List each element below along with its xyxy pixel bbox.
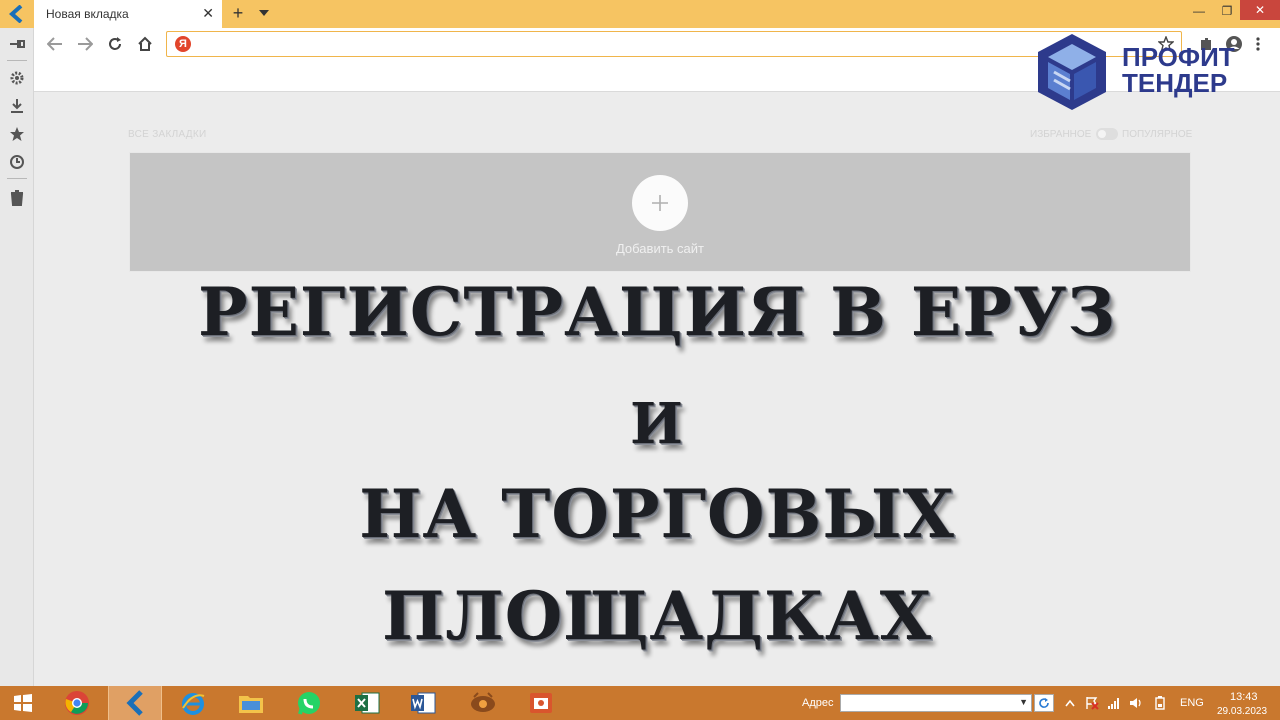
title-bar: Новая вкладка ✕ + — ❐ ✕ [0,0,1280,28]
tab-new-tab[interactable]: Новая вкладка ✕ [34,0,222,28]
add-site-label: Добавить сайт [615,241,704,256]
overlay-title-line-3: НА ТОРГОВЫХ [359,475,955,553]
restore-button[interactable]: ❐ [1214,0,1240,22]
browser-icon[interactable] [108,686,162,720]
word-icon[interactable] [396,686,450,720]
downloads-icon[interactable] [7,96,27,116]
network-signal-icon[interactable] [1106,695,1122,711]
excel-icon[interactable] [340,686,394,720]
taskbar-refresh-icon[interactable] [1034,694,1054,712]
overlay-title-line-2: И [630,391,684,457]
forward-arrow-icon[interactable] [74,34,96,54]
file-explorer-icon[interactable] [224,686,278,720]
tab-list-chevron-icon[interactable] [256,5,272,21]
tab-close-icon[interactable]: ✕ [202,6,214,20]
brand-name: ПРОФИТ ТЕНДЕР [1122,44,1235,96]
clock-time[interactable]: 13:43 [1230,691,1258,703]
close-window-button[interactable]: ✕ [1240,0,1280,20]
popular-label[interactable]: ПОПУЛЯРНОЕ [1122,129,1192,140]
browser-sidebar [0,28,34,686]
internet-explorer-icon[interactable] [166,686,220,720]
input-language-indicator[interactable]: ENG [1180,697,1204,709]
favorites-popular-toggle[interactable] [1096,128,1118,140]
brand-cube-icon [1038,34,1106,110]
address-bar[interactable]: Я [166,31,1182,57]
pin-panel-icon[interactable] [7,34,27,54]
history-clock-icon[interactable] [7,152,27,172]
overlay-title-line-4: ПЛОЩАДКАХ [382,577,932,655]
media-player-icon[interactable] [456,686,510,720]
new-tab-button[interactable]: + [228,4,248,22]
tab-title: Новая вкладка [46,7,129,21]
home-icon[interactable] [134,34,156,54]
brand-logo: ПРОФИТ ТЕНДЕР [1036,32,1272,112]
taskbar-address-label: Адрес [802,697,834,709]
sidebar-divider [7,178,27,179]
photo-app-icon[interactable] [514,686,568,720]
add-plus-icon[interactable] [632,175,688,231]
favorites-label[interactable]: ИЗБРАННОЕ [1030,129,1091,140]
clock-date[interactable]: 29.03.2023 [1217,706,1267,717]
whatsapp-icon[interactable] [282,686,336,720]
bookmarks-star-icon[interactable] [7,124,27,144]
windows-taskbar: Адрес ▼ ENG 13:43 29.03.2023 [0,686,1280,720]
battery-icon[interactable] [1152,695,1168,711]
new-tab-page: ВСЕ ЗАКЛАДКИ ИЗБРАННОЕ ПОПУЛЯРНОЕ Добави… [34,93,1280,686]
overlay-title-line-1: РЕГИСТРАЦИЯ В ЕРУЗ [197,273,1117,351]
add-site-tile[interactable]: Добавить сайт [129,152,1191,272]
trash-icon[interactable] [7,188,27,208]
taskbar-address-input[interactable]: ▼ [840,694,1032,712]
tray-expand-chevron-icon[interactable] [1062,695,1078,711]
minimize-button[interactable]: — [1186,0,1212,22]
yandex-icon: Я [175,36,191,52]
windows-start-icon[interactable] [0,686,46,720]
settings-gear-icon[interactable] [7,68,27,88]
brand-line-2: ТЕНДЕР [1122,68,1228,98]
chrome-icon[interactable] [50,686,104,720]
browser-logo-icon[interactable] [0,0,34,28]
volume-speaker-icon[interactable] [1128,695,1144,711]
all-bookmarks-link[interactable]: ВСЕ ЗАКЛАДКИ [128,129,207,140]
sidebar-divider [7,60,27,61]
action-center-flag-icon[interactable] [1084,695,1100,711]
back-arrow-icon[interactable] [44,34,66,54]
dropdown-chevron-icon[interactable]: ▼ [1019,697,1028,707]
brand-line-1: ПРОФИТ [1122,42,1235,72]
reload-icon[interactable] [104,34,126,54]
